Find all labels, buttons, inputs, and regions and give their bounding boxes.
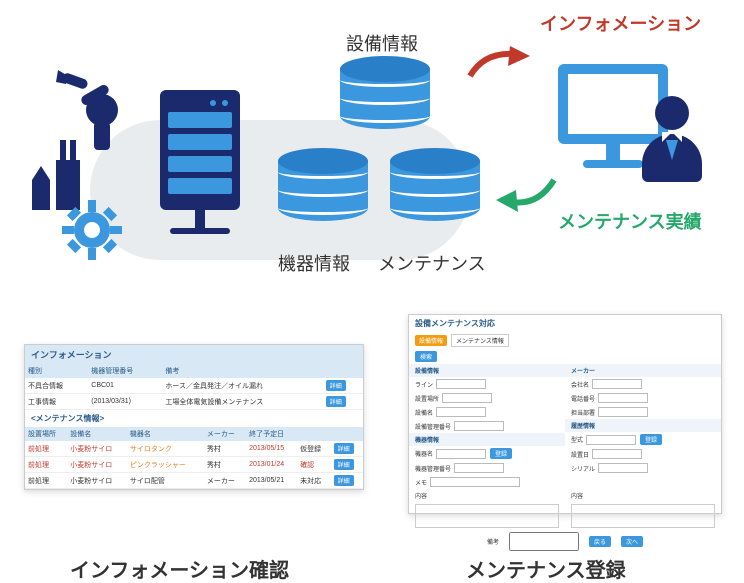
maintenance-table: 設置場所 設備名 機器名 メーカー 終了予定日 前処理 小麦粉サイロ サイロタン… — [25, 427, 363, 489]
note-field[interactable] — [509, 532, 579, 551]
col-note: 備考 — [162, 364, 322, 378]
install-date-field[interactable] — [592, 449, 642, 459]
section-equipment: 設備情報 — [409, 364, 565, 377]
col-action — [323, 364, 363, 378]
register-button[interactable]: 登録 — [490, 448, 512, 459]
note-label: 備考 — [487, 537, 499, 546]
registration-panel-title: 設備メンテナンス対応 — [409, 315, 721, 332]
database-equipment-icon — [340, 56, 430, 129]
caption-left: インフォメーション確認 — [70, 554, 289, 583]
table-row: 工事情報 (2013/03/31) 工場全体電気設備メンテナンス 詳細 — [25, 394, 363, 410]
arrow-information-icon — [464, 46, 534, 91]
content-label-2: 内容 — [571, 491, 583, 500]
memo-field[interactable] — [430, 477, 520, 487]
line-field[interactable] — [436, 379, 486, 389]
detail-button[interactable]: 詳細 — [326, 380, 346, 391]
caption-right: メンテナンス登録 — [466, 554, 626, 583]
register-button-2[interactable]: 登録 — [640, 434, 662, 445]
device-info-label: 機器情報 — [278, 250, 350, 276]
detail-button[interactable]: 詳細 — [334, 459, 354, 470]
equipment-info-label: 設備情報 — [346, 30, 418, 56]
maker-name-field[interactable] — [592, 379, 642, 389]
maintenance-label: メンテナンス — [378, 250, 486, 276]
arrow-maintenance-record-icon — [494, 172, 564, 217]
table-row: 不具合情報 CBC01 ホース／金具発注／オイル漏れ 詳細 — [25, 378, 363, 394]
information-label: インフォメーション — [540, 10, 701, 36]
detail-button[interactable]: 詳細 — [334, 443, 354, 454]
place-field[interactable] — [442, 393, 492, 403]
search-button[interactable]: 検索 — [415, 351, 437, 362]
alerts-table: 種別 機器管理番号 備考 不具合情報 CBC01 ホース／金具発注／オイル漏れ … — [25, 364, 363, 410]
content-box-2[interactable] — [571, 504, 715, 528]
registration-panel: 設備メンテナンス対応 設備情報 メンテナンス情報 検索 設備情報 ライン 設置場… — [408, 314, 722, 514]
information-panel-title: インフォメーション — [25, 345, 363, 364]
device-name-field[interactable] — [436, 449, 486, 459]
col-code: 機器管理番号 — [88, 364, 162, 378]
detail-button[interactable]: 詳細 — [326, 396, 346, 407]
content-label: 内容 — [415, 491, 427, 500]
maintenance-record-label: メンテナンス実績 — [558, 208, 702, 234]
content-box[interactable] — [415, 504, 559, 528]
server-icon — [160, 90, 240, 234]
equip-name-field[interactable] — [436, 407, 486, 417]
section-device: 機器情報 — [409, 433, 565, 446]
serial-field[interactable] — [598, 463, 648, 473]
user-icon — [642, 96, 702, 186]
maintenance-sub-title: <メンテナンス情報> — [25, 410, 363, 427]
device-code-field[interactable] — [454, 463, 504, 473]
next-button[interactable]: 次へ — [621, 536, 643, 547]
col-type: 種別 — [25, 364, 88, 378]
table-row: 前処理 小麦粉サイロ サイロ配管 メーカー 2013/05/21 未対応 詳細 — [25, 473, 363, 489]
model-field[interactable] — [586, 435, 636, 445]
database-maintenance-icon — [390, 148, 480, 221]
maker-dept-field[interactable] — [598, 407, 648, 417]
information-panel: インフォメーション 種別 機器管理番号 備考 不具合情報 CBC01 ホース／金… — [24, 344, 364, 490]
database-device-icon — [278, 148, 368, 221]
section-maker: メーカー — [565, 364, 721, 377]
maker-phone-field[interactable] — [598, 393, 648, 403]
gear-icon — [62, 200, 122, 260]
prev-button[interactable]: 戻る — [589, 536, 611, 547]
detail-button[interactable]: 詳細 — [334, 475, 354, 486]
table-row: 前処理 小麦粉サイロ サイロタンク 秀村 2013/05/15 仮登録 詳細 — [25, 441, 363, 457]
section-history: 履歴情報 — [565, 419, 721, 432]
tab-maintenance[interactable]: メンテナンス情報 — [451, 334, 509, 347]
table-row: 前処理 小麦粉サイロ ピンクラッシャー 秀村 2013/01/24 確認 詳細 — [25, 457, 363, 473]
equip-code-field[interactable] — [454, 421, 504, 431]
tab-equipment[interactable]: 設備情報 — [415, 335, 447, 346]
